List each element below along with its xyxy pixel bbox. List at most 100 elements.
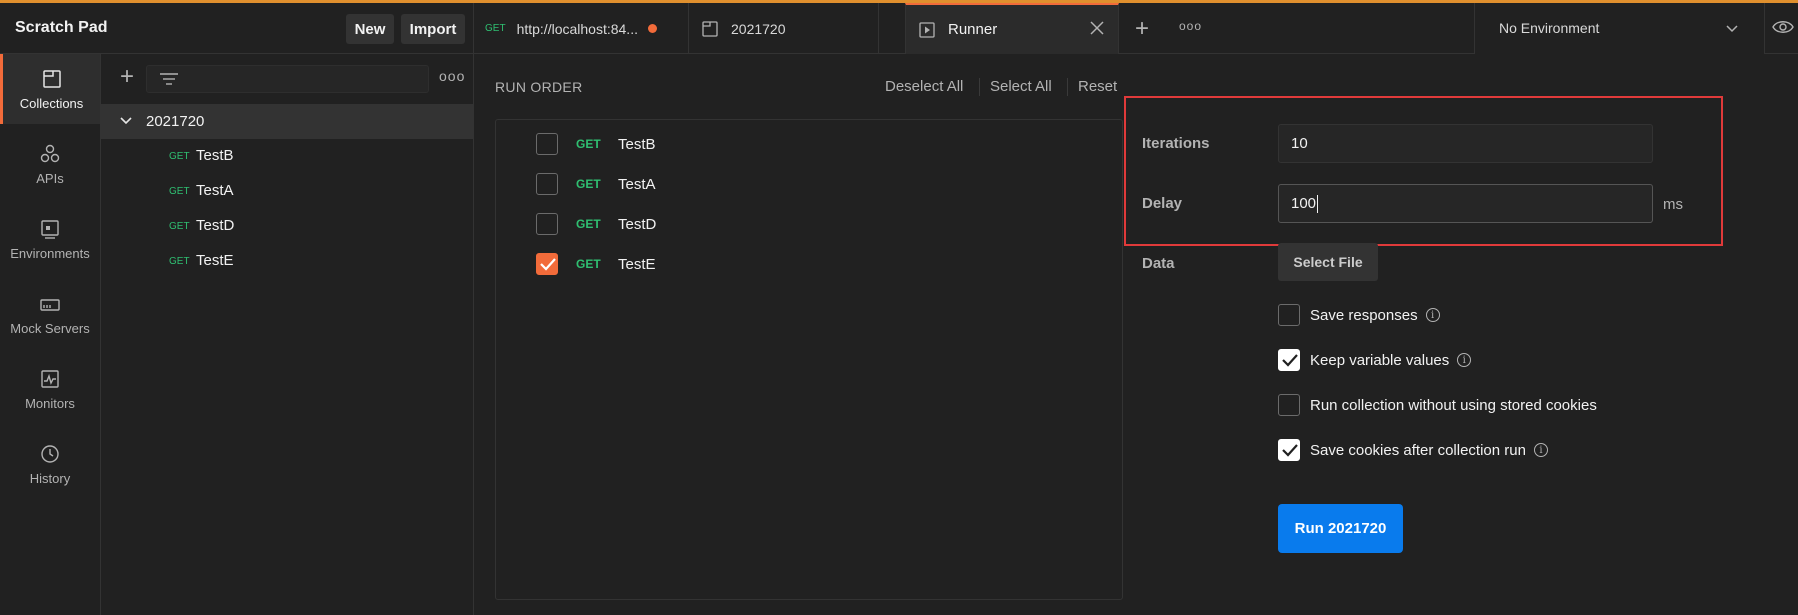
nav-monitors[interactable]: Monitors	[0, 354, 100, 424]
tab-title: 2021720	[731, 20, 786, 37]
collection-icon	[702, 20, 718, 37]
environment-label: No Environment	[1499, 20, 1600, 36]
iterations-input[interactable]: 10	[1278, 124, 1653, 163]
option-label: Save responses	[1310, 306, 1418, 324]
new-tab-icon[interactable]: +	[1135, 15, 1149, 43]
info-icon[interactable]: i	[1425, 308, 1440, 322]
option-checkbox[interactable]	[1278, 349, 1300, 371]
nav-environments[interactable]: Environments	[0, 204, 100, 274]
request-name: TestD	[196, 217, 235, 234]
new-button[interactable]: New	[346, 14, 394, 44]
nav-label: Collections	[19, 95, 84, 111]
nav-history[interactable]: History	[0, 429, 100, 499]
deselect-all-link[interactable]: Deselect All	[885, 78, 963, 95]
info-icon[interactable]: i	[1533, 443, 1548, 457]
run-order-method: GET	[576, 257, 601, 271]
tab-runner[interactable]: Runner	[905, 3, 1119, 54]
chevron-down-icon[interactable]	[119, 114, 133, 128]
text-caret	[1317, 194, 1319, 213]
run-order-item[interactable]: GET TestA	[496, 165, 1122, 205]
run-order-checkbox[interactable]	[536, 213, 558, 235]
run-order-checkbox[interactable]	[536, 173, 558, 195]
workspace-title: Scratch Pad	[15, 19, 108, 36]
environment-select[interactable]: No Environment	[1474, 3, 1765, 54]
run-order-name: TestB	[618, 136, 656, 153]
filter-icon	[160, 73, 178, 85]
nav-mock-servers[interactable]: Mock Servers	[0, 279, 100, 349]
tab-method: GET	[485, 23, 506, 34]
option-label: Run collection without using stored cook…	[1310, 396, 1597, 414]
request-item[interactable]: GET TestB	[101, 139, 474, 174]
tab-collection[interactable]: 2021720	[689, 3, 879, 54]
close-icon[interactable]	[1088, 19, 1106, 37]
option-checkbox[interactable]	[1278, 394, 1300, 416]
option-checkbox[interactable]	[1278, 439, 1300, 461]
eye-icon[interactable]	[1772, 18, 1794, 36]
option-save-responses[interactable]: Save responses i	[1278, 302, 1440, 328]
data-label: Data	[1142, 255, 1175, 272]
info-icon[interactable]: i	[1457, 353, 1472, 367]
runner-panel: RUN ORDER Deselect All Select All Reset …	[474, 54, 1798, 615]
request-item[interactable]: GET TestA	[101, 174, 474, 209]
divider	[1067, 78, 1068, 96]
delay-input[interactable]: 100	[1278, 184, 1653, 223]
checkmark-icon	[1282, 354, 1298, 367]
nav-label: Environments	[10, 245, 90, 261]
import-button[interactable]: Import	[401, 14, 465, 44]
nav-apis[interactable]: APIs	[0, 129, 100, 199]
request-item[interactable]: GET TestD	[101, 209, 474, 244]
run-collection-button[interactable]: Run 2021720	[1278, 504, 1403, 553]
nav-collections[interactable]: Collections	[0, 54, 100, 124]
delay-value: 100	[1291, 195, 1317, 212]
request-method: GET	[169, 221, 190, 232]
mock-servers-icon	[40, 298, 60, 311]
add-collection-icon[interactable]: +	[115, 65, 139, 90]
nav-label: APIs	[36, 170, 64, 186]
request-method: GET	[169, 186, 190, 197]
delay-label: Delay	[1142, 195, 1183, 212]
sidebar-more-icon[interactable]: ooo	[439, 68, 465, 84]
request-item[interactable]: GET TestE	[101, 244, 474, 279]
option-save-cookies[interactable]: Save cookies after collection run i	[1278, 437, 1548, 463]
run-order-item[interactable]: GET TestE	[496, 245, 1122, 285]
option-keep-variable-values[interactable]: Keep variable values i	[1278, 347, 1472, 373]
run-order-name: TestA	[618, 176, 656, 193]
option-label: Keep variable values	[1310, 351, 1450, 369]
request-name: TestA	[196, 182, 234, 199]
tabs-more-icon[interactable]: ooo	[1179, 19, 1202, 33]
run-order-method: GET	[576, 177, 601, 191]
reset-link[interactable]: Reset	[1078, 78, 1117, 95]
request-method: GET	[169, 256, 190, 267]
divider	[979, 78, 980, 96]
run-order-name: TestE	[618, 256, 656, 273]
workspace-header: Scratch Pad New Import	[0, 3, 474, 54]
filter-input[interactable]	[146, 65, 429, 93]
request-method: GET	[169, 151, 190, 162]
chevron-down-icon	[1726, 25, 1738, 33]
run-order-checkbox[interactable]	[536, 133, 558, 155]
unsaved-dot-icon	[647, 24, 657, 33]
environments-icon	[41, 219, 59, 239]
select-all-link[interactable]: Select All	[990, 78, 1052, 95]
run-order-item[interactable]: GET TestB	[496, 125, 1122, 165]
option-run-without-cookies[interactable]: Run collection without using stored cook…	[1278, 392, 1597, 418]
tab-title: Runner	[948, 21, 998, 38]
sidebar-toolbar: + ooo	[101, 54, 474, 104]
collections-icon	[42, 69, 61, 88]
select-file-button[interactable]: Select File	[1278, 243, 1378, 281]
run-order-checkbox[interactable]	[536, 253, 558, 275]
runner-icon	[919, 21, 935, 38]
run-order-item[interactable]: GET TestD	[496, 205, 1122, 245]
delay-unit: ms	[1663, 196, 1683, 213]
history-icon	[41, 444, 59, 463]
collection-row[interactable]: 2021720	[101, 104, 474, 139]
nav-label: History	[29, 470, 71, 486]
checkmark-icon	[1282, 444, 1298, 457]
collections-sidebar: + ooo 2021720 GET TestB GET TestA GET Te…	[101, 54, 474, 615]
collection-name: 2021720	[146, 113, 205, 130]
apis-icon	[40, 144, 60, 162]
option-checkbox[interactable]	[1278, 304, 1300, 326]
nav-label: Mock Servers	[10, 320, 90, 336]
run-order-method: GET	[576, 137, 601, 151]
tab-request[interactable]: GET http://localhost:84...	[474, 3, 689, 54]
